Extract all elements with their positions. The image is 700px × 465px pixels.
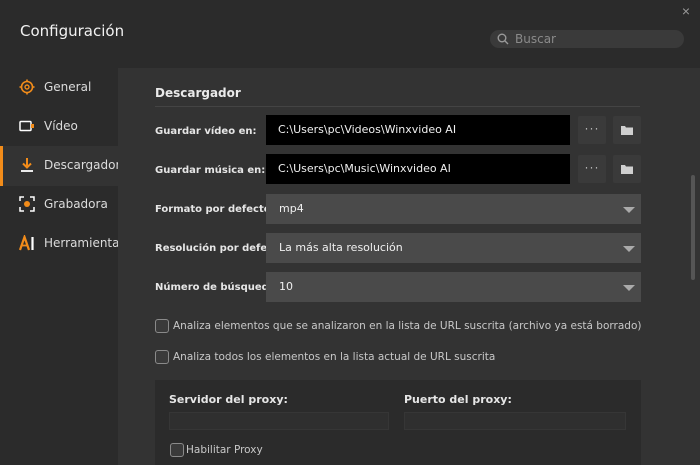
chevron-down-icon	[623, 207, 635, 213]
search-box[interactable]: Buscar	[490, 30, 684, 48]
settings-panel: Descargador Guardar vídeo en: C:\Users\p…	[118, 68, 700, 465]
format-label: Formato por defecto:	[155, 204, 275, 215]
sidebar-item-downloader[interactable]: Descargador	[0, 146, 118, 186]
reanalyze-label: Analiza elementos que se analizaron en l…	[173, 320, 642, 332]
resolution-value: La más alta resolución	[279, 241, 403, 254]
format-select[interactable]: mp4	[266, 194, 641, 224]
search-icon	[497, 33, 509, 45]
title-bar: Configuración × Buscar	[0, 0, 700, 68]
chevron-down-icon	[623, 285, 635, 291]
proxy-server-label: Servidor del proxy:	[169, 393, 288, 406]
searches-select[interactable]: 10	[266, 272, 641, 302]
window-title: Configuración	[20, 22, 125, 40]
music-path-value: C:\Users\pc\Music\Winxvideo AI	[278, 162, 451, 175]
more-icon: ···	[584, 121, 600, 135]
sidebar: General Vídeo Descargador Grabadora Herr…	[0, 68, 118, 465]
close-button[interactable]: ×	[678, 3, 694, 19]
music-path-folder-button[interactable]	[613, 155, 641, 183]
format-value: mp4	[279, 202, 304, 215]
video-path-more-button[interactable]: ···	[578, 116, 606, 144]
sidebar-item-label: Vídeo	[44, 119, 78, 133]
sidebar-item-label: Herramientas de IA	[44, 236, 118, 250]
divider	[155, 106, 640, 107]
analyze-all-checkbox[interactable]	[155, 350, 169, 364]
reanalyze-checkbox[interactable]	[155, 319, 169, 333]
video-path-field[interactable]: C:\Users\pc\Videos\Winxvideo AI	[266, 115, 570, 145]
section-title: Descargador	[155, 86, 241, 100]
ai-icon	[19, 235, 34, 251]
more-icon: ···	[584, 160, 600, 174]
searches-value: 10	[279, 280, 293, 293]
resolution-select[interactable]: La más alta resolución	[266, 233, 641, 263]
search-input[interactable]: Buscar	[515, 32, 556, 46]
folder-icon	[621, 165, 633, 174]
record-icon	[19, 196, 35, 212]
proxy-panel: Servidor del proxy: Puerto del proxy: Ha…	[155, 380, 641, 465]
enable-proxy-checkbox[interactable]	[170, 443, 184, 457]
download-icon	[21, 158, 33, 172]
sidebar-item-ai-tools[interactable]: Herramientas de IA	[0, 224, 118, 264]
chevron-down-icon	[623, 246, 635, 252]
video-path-folder-button[interactable]	[613, 116, 641, 144]
active-indicator	[0, 146, 3, 186]
sidebar-item-label: General	[44, 80, 92, 94]
scrollbar[interactable]	[691, 175, 695, 280]
gear-icon	[19, 79, 35, 95]
sidebar-item-recorder[interactable]: Grabadora	[0, 185, 118, 225]
music-path-label: Guardar música en:	[155, 165, 266, 176]
sidebar-item-label: Grabadora	[44, 197, 108, 211]
proxy-port-input[interactable]	[404, 412, 626, 430]
video-path-label: Guardar vídeo en:	[155, 126, 257, 137]
proxy-server-input[interactable]	[169, 412, 389, 430]
enable-proxy-label: Habilitar Proxy	[186, 444, 263, 456]
analyze-all-label: Analiza todos los elementos en la lista …	[173, 351, 496, 363]
video-icon	[19, 120, 34, 132]
video-path-value: C:\Users\pc\Videos\Winxvideo AI	[278, 123, 457, 136]
proxy-port-label: Puerto del proxy:	[404, 393, 512, 406]
sidebar-item-video[interactable]: Vídeo	[0, 107, 118, 147]
music-path-more-button[interactable]: ···	[578, 155, 606, 183]
folder-icon	[621, 126, 633, 135]
sidebar-item-label: Descargador	[44, 158, 118, 172]
sidebar-item-general[interactable]: General	[0, 68, 118, 108]
music-path-field[interactable]: C:\Users\pc\Music\Winxvideo AI	[266, 154, 570, 184]
